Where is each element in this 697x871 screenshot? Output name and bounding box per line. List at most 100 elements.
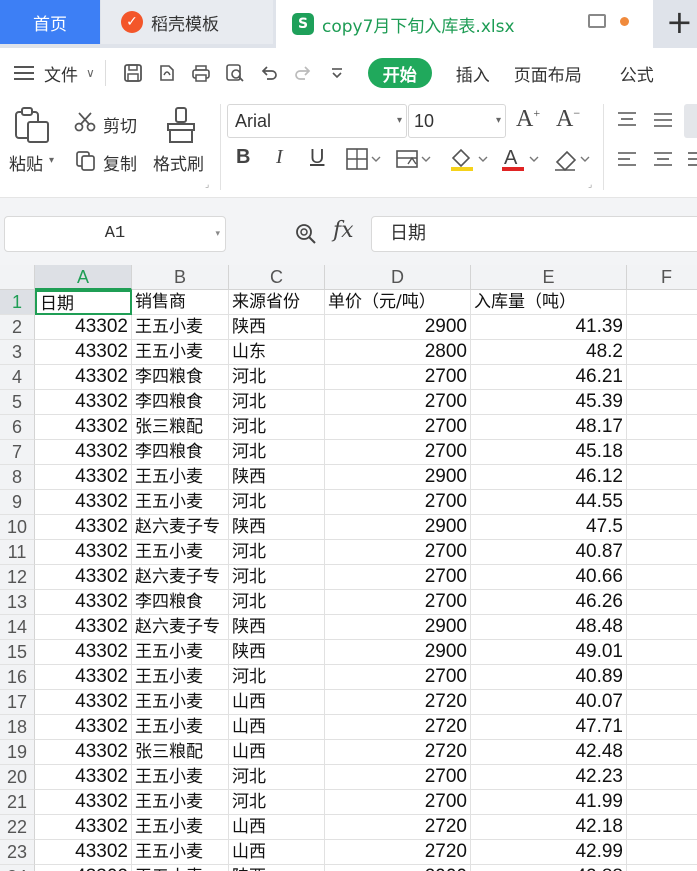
row-header[interactable]: 4 xyxy=(0,365,35,390)
table-cell[interactable]: 赵六麦子专 xyxy=(132,565,229,590)
tab-templates[interactable]: ✓ 稻壳模板 xyxy=(101,0,273,44)
table-cell[interactable]: 2700 xyxy=(325,390,471,415)
print-preview-icon[interactable] xyxy=(224,62,246,84)
table-cell[interactable]: 2720 xyxy=(325,840,471,865)
row-header[interactable]: 17 xyxy=(0,690,35,715)
monitor-icon[interactable] xyxy=(588,14,606,28)
clipboard-launcher-icon[interactable]: ⌟ xyxy=(205,180,209,190)
table-cell[interactable]: 43302 xyxy=(35,490,132,515)
tab-formula[interactable]: 公式 xyxy=(620,61,654,86)
header-cell[interactable]: 单价（元/吨） xyxy=(325,290,471,315)
column-header-a[interactable]: A xyxy=(35,265,132,290)
column-header-e[interactable]: E xyxy=(471,265,627,290)
table-cell[interactable]: 王五小麦 xyxy=(132,640,229,665)
table-cell[interactable]: 2700 xyxy=(325,790,471,815)
table-cell[interactable]: 陕西 xyxy=(229,515,325,540)
table-cell[interactable]: 王五小麦 xyxy=(132,790,229,815)
row-header[interactable]: 11 xyxy=(0,540,35,565)
row-header[interactable]: 8 xyxy=(0,465,35,490)
table-cell[interactable]: 43302 xyxy=(35,665,132,690)
table-cell[interactable]: 42.18 xyxy=(471,815,627,840)
format-painter-button[interactable]: 格式刷 xyxy=(153,150,204,175)
redo-icon[interactable] xyxy=(292,62,314,84)
table-cell[interactable]: 王五小麦 xyxy=(132,765,229,790)
table-cell[interactable] xyxy=(627,765,697,790)
row-header[interactable]: 24 xyxy=(0,865,35,871)
table-cell[interactable]: 李四粮食 xyxy=(132,390,229,415)
table-cell[interactable]: 河北 xyxy=(229,565,325,590)
header-cell[interactable] xyxy=(627,290,697,315)
font-size-select[interactable]: 10 ▾ xyxy=(408,104,506,138)
table-cell[interactable]: 赵六麦子专 xyxy=(132,515,229,540)
table-cell[interactable]: 2720 xyxy=(325,690,471,715)
fx-icon[interactable]: fx xyxy=(333,218,354,243)
header-cell[interactable]: 销售商 xyxy=(132,290,229,315)
table-cell[interactable]: 43302 xyxy=(35,815,132,840)
paste-button[interactable]: 粘贴 xyxy=(9,150,43,175)
table-cell[interactable]: 43302 xyxy=(35,340,132,365)
table-cell[interactable]: 44.55 xyxy=(471,490,627,515)
table-cell[interactable]: 46.21 xyxy=(471,365,627,390)
font-color-icon[interactable]: A xyxy=(500,146,540,177)
row-header[interactable]: 19 xyxy=(0,740,35,765)
table-cell[interactable]: 40.66 xyxy=(471,565,627,590)
row-header[interactable]: 18 xyxy=(0,715,35,740)
tab-page-layout[interactable]: 页面布局 xyxy=(514,61,582,86)
table-cell[interactable]: 2900 xyxy=(325,865,471,871)
fill-color-icon[interactable] xyxy=(449,146,489,177)
table-cell[interactable]: 河北 xyxy=(229,365,325,390)
table-cell[interactable] xyxy=(627,615,697,640)
row-header[interactable]: 3 xyxy=(0,340,35,365)
table-cell[interactable]: 43302 xyxy=(35,465,132,490)
table-cell[interactable] xyxy=(627,690,697,715)
row-header[interactable]: 21 xyxy=(0,790,35,815)
table-cell[interactable] xyxy=(627,790,697,815)
underline-icon[interactable]: U xyxy=(310,146,324,169)
table-cell[interactable]: 2700 xyxy=(325,590,471,615)
align-center-icon[interactable] xyxy=(652,150,674,174)
row-header[interactable]: 14 xyxy=(0,615,35,640)
table-cell[interactable]: 43302 xyxy=(35,315,132,340)
export-pdf-icon[interactable] xyxy=(156,62,178,84)
clear-format-icon[interactable] xyxy=(551,146,591,177)
row-header[interactable]: 22 xyxy=(0,815,35,840)
font-launcher-icon[interactable]: ⌟ xyxy=(588,180,592,190)
menu-file[interactable]: 文件 xyxy=(44,61,78,86)
table-cell[interactable]: 43302 xyxy=(35,565,132,590)
table-cell[interactable]: 49.01 xyxy=(471,640,627,665)
undo-icon[interactable] xyxy=(258,62,280,84)
table-cell[interactable]: 2720 xyxy=(325,715,471,740)
table-cell[interactable]: 王五小麦 xyxy=(132,665,229,690)
row-header[interactable]: 13 xyxy=(0,590,35,615)
align-right-icon[interactable] xyxy=(688,150,697,174)
table-cell[interactable]: 2800 xyxy=(325,340,471,365)
name-box[interactable]: A1 ▾ xyxy=(4,216,226,252)
table-cell[interactable]: 王五小麦 xyxy=(132,465,229,490)
table-cell[interactable]: 2700 xyxy=(325,365,471,390)
table-cell[interactable]: 42.88 xyxy=(471,865,627,871)
table-cell[interactable]: 43302 xyxy=(35,540,132,565)
table-cell[interactable]: 王五小麦 xyxy=(132,540,229,565)
table-cell[interactable]: 陕西 xyxy=(229,465,325,490)
table-cell[interactable]: 40.89 xyxy=(471,665,627,690)
table-cell[interactable]: 45.39 xyxy=(471,390,627,415)
table-cell[interactable]: 47.71 xyxy=(471,715,627,740)
table-cell[interactable]: 48.48 xyxy=(471,615,627,640)
table-cell[interactable]: 2700 xyxy=(325,440,471,465)
header-cell[interactable]: 来源省份 xyxy=(229,290,325,315)
chevron-down-icon[interactable]: ∨ xyxy=(86,66,95,80)
table-cell[interactable]: 40.87 xyxy=(471,540,627,565)
row-header[interactable]: 5 xyxy=(0,390,35,415)
table-cell[interactable]: 河北 xyxy=(229,490,325,515)
cut-button[interactable]: 剪切 xyxy=(103,112,137,137)
increase-font-icon[interactable]: A+ xyxy=(516,106,540,133)
spreadsheet-grid[interactable]: A B C D E F 1 日期 销售商 来源省份 单价（元/吨） 入库量（吨） 2 43302 王五小麦陕… xyxy=(0,265,697,871)
row-header[interactable]: 1 xyxy=(0,290,35,315)
table-cell[interactable] xyxy=(627,565,697,590)
table-cell[interactable]: 43302 xyxy=(35,740,132,765)
table-cell[interactable]: 2900 xyxy=(325,640,471,665)
table-cell[interactable] xyxy=(627,840,697,865)
save-icon[interactable] xyxy=(122,62,144,84)
table-cell[interactable]: 陕西 xyxy=(229,615,325,640)
table-cell[interactable] xyxy=(627,315,697,340)
